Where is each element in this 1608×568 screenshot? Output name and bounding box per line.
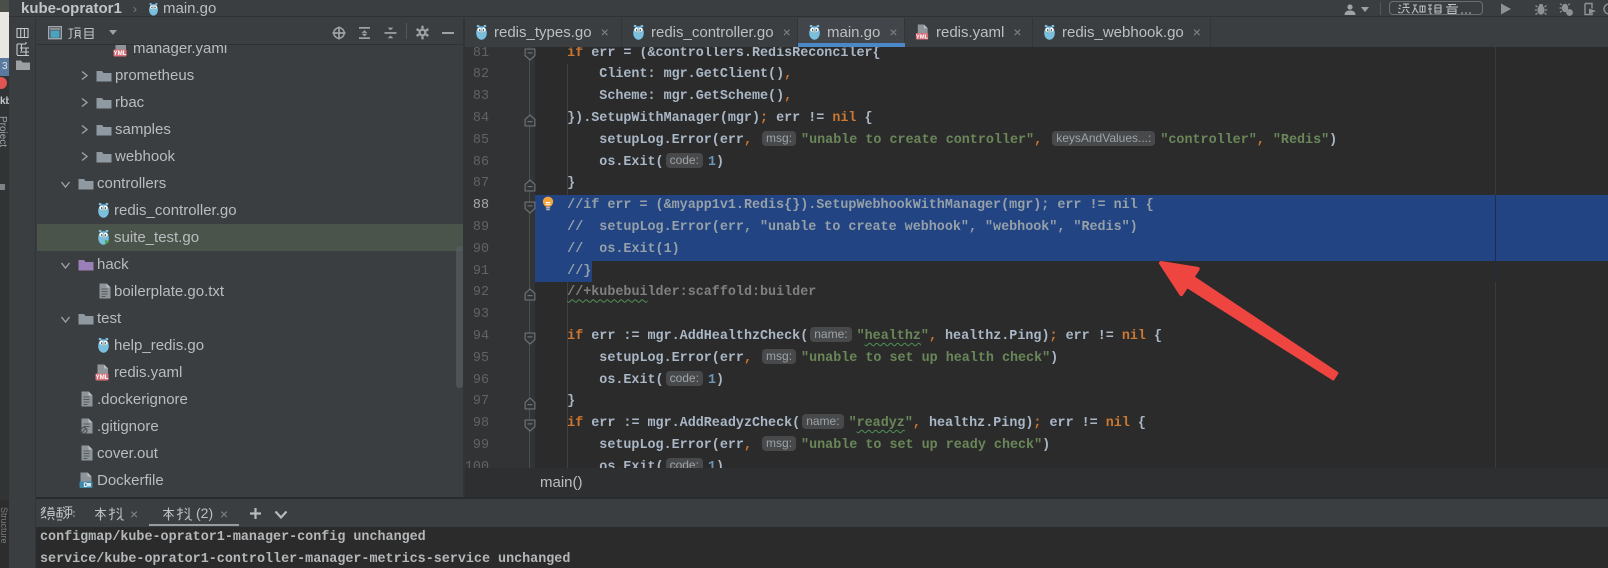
svg-text:YML: YML — [113, 50, 126, 57]
svg-text:YML: YML — [95, 374, 108, 381]
svg-text:YML: YML — [916, 34, 929, 40]
